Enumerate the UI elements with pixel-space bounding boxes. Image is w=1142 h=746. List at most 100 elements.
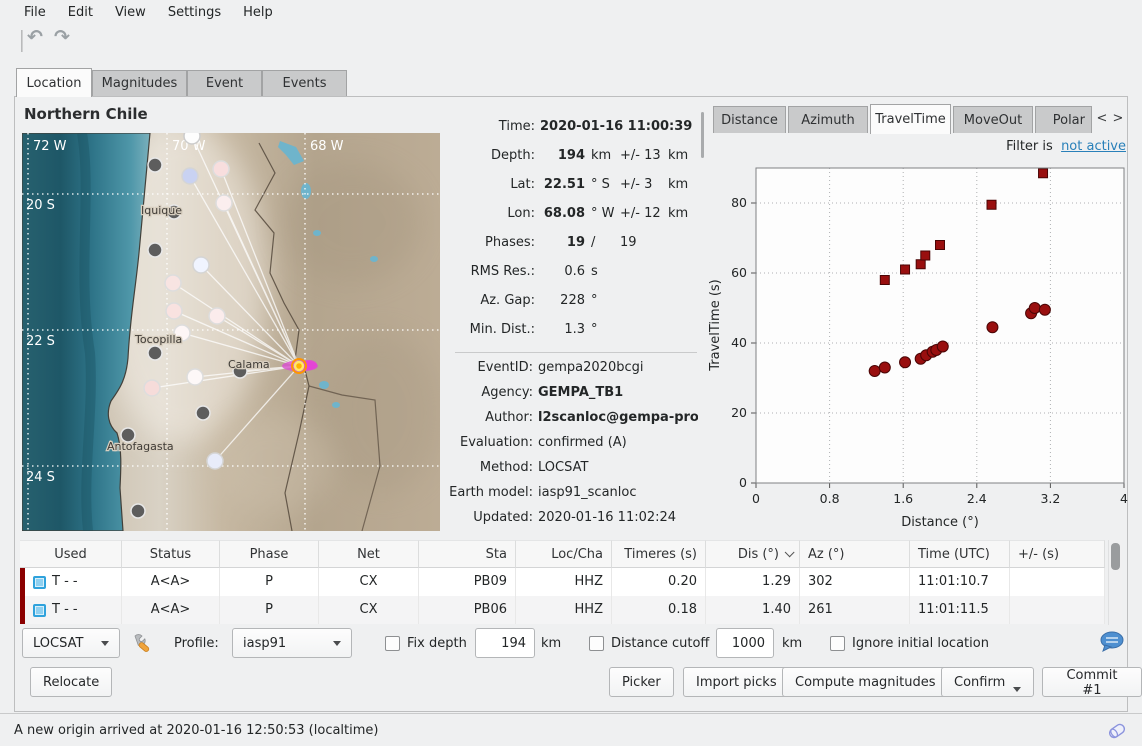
tab-moveout[interactable]: MoveOut xyxy=(953,106,1033,133)
toolbar-handle xyxy=(21,30,23,52)
compute-magnitudes-button[interactable]: Compute magnitudes xyxy=(782,667,949,697)
commit-button[interactable]: Commit #1 xyxy=(1042,667,1142,697)
fix-depth-input[interactable] xyxy=(475,628,535,658)
svg-text:0.8: 0.8 xyxy=(820,491,840,506)
earthmodel-value: iasp91_scanloc xyxy=(538,483,698,503)
tab-events[interactable]: Events xyxy=(262,70,347,96)
scolv-window: File Edit View Settings Help ↶ ↷ Locatio… xyxy=(0,0,1142,746)
col-net[interactable]: Net xyxy=(319,540,419,568)
menu-help[interactable]: Help xyxy=(233,2,283,23)
scatter-point-circle xyxy=(1029,303,1040,314)
col-time[interactable]: Time (UTC) xyxy=(910,540,1010,568)
rms-value: 0.6 xyxy=(538,262,585,282)
col-plusminus[interactable]: +/- (s) xyxy=(1010,540,1105,568)
lat-value: 22.51 xyxy=(538,175,585,195)
status-message: A new origin arrived at 2020-01-16 12:50… xyxy=(14,723,379,738)
scatter-point-square xyxy=(1039,169,1048,178)
tab-scroll-right-icon[interactable]: > xyxy=(1110,108,1126,130)
scatter-point-square xyxy=(987,200,996,209)
toolbar: ↶ ↷ xyxy=(0,24,1142,58)
table-scrollbar[interactable] xyxy=(1108,540,1122,625)
svg-text:4: 4 xyxy=(1120,491,1128,506)
agency-value: GEMPA_TB1 xyxy=(538,383,698,403)
menu-settings[interactable]: Settings xyxy=(158,2,231,23)
panel-splitter-handle[interactable] xyxy=(701,112,704,158)
tab-traveltime[interactable]: TravelTime xyxy=(870,104,951,134)
svg-text:0: 0 xyxy=(739,475,747,490)
lat-label: Lat: xyxy=(440,175,535,195)
residual-color-bar xyxy=(20,596,25,624)
updated-value: 2020-01-16 11:02:24 xyxy=(538,508,698,528)
lon-label: Lon: xyxy=(440,204,535,224)
fix-depth-checkbox[interactable] xyxy=(385,636,400,651)
menu-view[interactable]: View xyxy=(105,2,156,23)
col-status[interactable]: Status xyxy=(122,540,220,568)
ignore-initial-location-label: Ignore initial location xyxy=(852,636,989,652)
col-timeres[interactable]: Timeres (s) xyxy=(612,540,706,568)
col-az[interactable]: Az (°) xyxy=(800,540,910,568)
col-loccha[interactable]: Loc/Cha xyxy=(516,540,612,568)
plot-xlabel: Distance (°) xyxy=(901,515,979,530)
svg-text:80: 80 xyxy=(731,195,747,210)
scatter-point-circle xyxy=(1039,304,1050,315)
rms-label: RMS Res.: xyxy=(440,262,535,282)
status-bar: A new origin arrived at 2020-01-16 12:50… xyxy=(0,713,1142,746)
traveltime-plot[interactable]: 00.81.62.43.24020406080 Distance (°) Tra… xyxy=(703,158,1135,536)
locator-select[interactable]: LOCSAT xyxy=(22,628,120,658)
menu-file[interactable]: File xyxy=(14,2,56,23)
import-picks-button[interactable]: Import picks xyxy=(683,667,790,697)
col-dis[interactable]: Dis (°) xyxy=(706,540,800,568)
svg-text:20: 20 xyxy=(731,405,747,420)
tab-azimuth[interactable]: Azimuth xyxy=(788,106,868,133)
table-row[interactable]: T - - A<A> P CX PB09 HHZ 0.20 1.29 302 1… xyxy=(20,568,1105,596)
tab-magnitudes[interactable]: Magnitudes xyxy=(92,70,187,96)
svg-text:60: 60 xyxy=(731,265,747,280)
back-arrow-icon[interactable]: ↶ xyxy=(27,26,43,48)
tab-polar[interactable]: Polar xyxy=(1035,106,1092,133)
sort-desc-icon xyxy=(785,547,795,557)
time-value: 2020-01-16 11:00:39 xyxy=(540,117,692,137)
ignore-initial-location-checkbox[interactable] xyxy=(830,636,845,651)
phases-value: 19 xyxy=(538,233,585,253)
locator-settings-wrench-icon[interactable] xyxy=(131,632,153,654)
profile-select[interactable]: iasp91 xyxy=(232,628,352,658)
scatter-point-circle xyxy=(937,341,948,352)
tab-scroll-left-icon[interactable]: < xyxy=(1094,108,1110,130)
database-connection-icon[interactable] xyxy=(1106,720,1128,742)
forward-arrow-icon[interactable]: ↷ xyxy=(54,26,70,48)
filter-status: Filter is not active xyxy=(1006,139,1126,154)
eventid-value: gempa2020bcgi xyxy=(538,358,698,378)
tab-location[interactable]: Location xyxy=(16,68,92,97)
menubar: File Edit View Settings Help xyxy=(0,0,1142,24)
plot-area xyxy=(756,168,1124,483)
relocate-button[interactable]: Relocate xyxy=(30,667,112,697)
tab-event[interactable]: Event xyxy=(187,70,262,96)
scrollbar-thumb[interactable] xyxy=(1111,543,1120,570)
col-used[interactable]: Used xyxy=(20,540,122,568)
scatter-point-square xyxy=(936,241,945,250)
mindist-label: Min. Dist.: xyxy=(440,320,535,340)
table-row[interactable]: T - - A<A> P CX PB06 HHZ 0.18 1.40 261 1… xyxy=(20,596,1105,624)
info-separator xyxy=(455,352,697,353)
author-value: l2scanloc@gempa-proc xyxy=(538,408,698,428)
confirm-button[interactable]: Confirm xyxy=(941,667,1034,697)
filter-toggle-link[interactable]: not active xyxy=(1061,139,1126,154)
chevron-down-icon xyxy=(1013,687,1021,692)
comment-bubble-icon[interactable] xyxy=(1098,630,1126,654)
col-sta[interactable]: Sta xyxy=(419,540,516,568)
col-phase[interactable]: Phase xyxy=(220,540,319,568)
svg-text:2.4: 2.4 xyxy=(967,491,987,506)
picker-button[interactable]: Picker xyxy=(609,667,674,697)
svg-text:0: 0 xyxy=(752,491,760,506)
distance-cutoff-input[interactable] xyxy=(716,628,774,658)
azgap-value: 228 xyxy=(538,291,585,311)
menu-edit[interactable]: Edit xyxy=(58,2,103,23)
svg-text:3.2: 3.2 xyxy=(1040,491,1060,506)
scatter-point-square xyxy=(921,251,930,260)
chevron-down-icon xyxy=(101,641,109,646)
tab-distance[interactable]: Distance xyxy=(713,106,786,133)
used-checkbox[interactable] xyxy=(33,604,46,617)
distance-cutoff-checkbox[interactable] xyxy=(589,636,604,651)
used-checkbox[interactable] xyxy=(33,576,46,589)
distance-cutoff-unit: km xyxy=(782,636,802,652)
